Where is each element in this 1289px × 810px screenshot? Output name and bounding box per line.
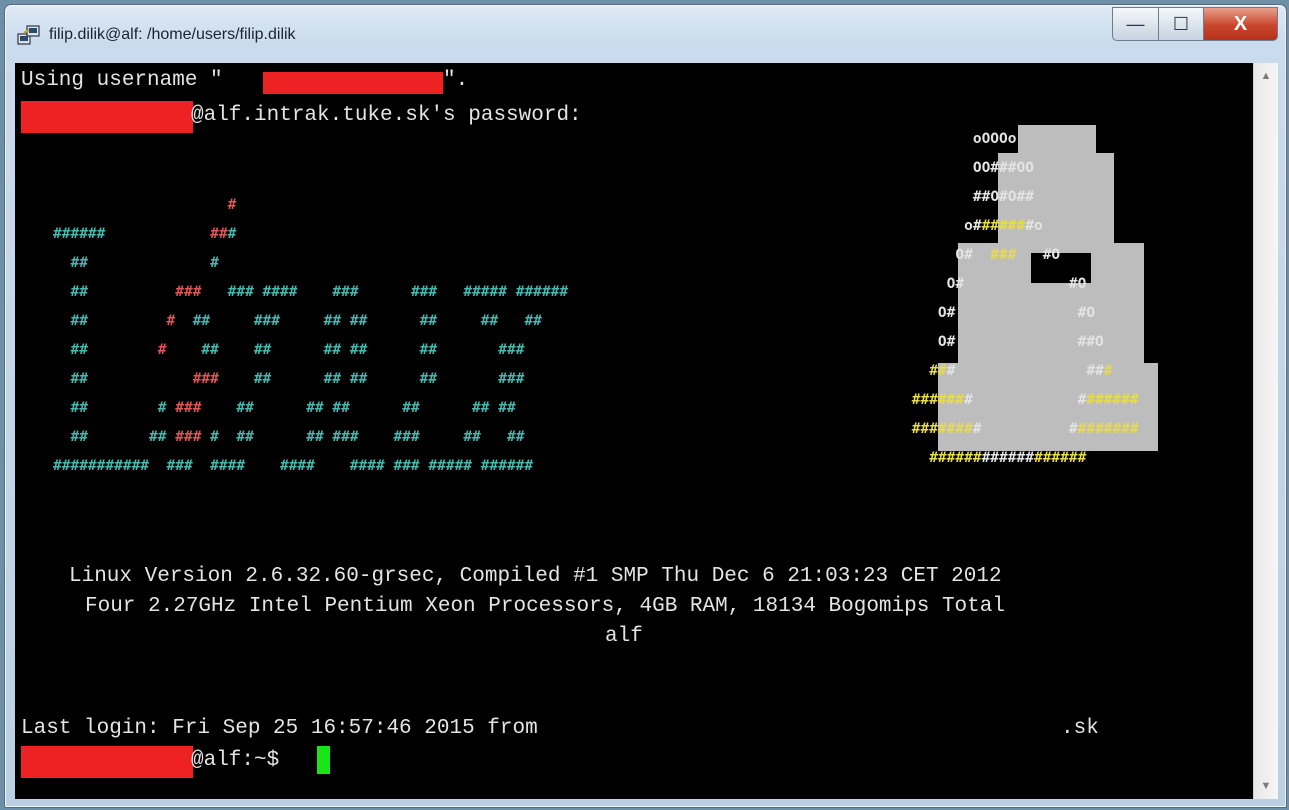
- hostname-line: alf: [605, 625, 643, 648]
- kernel-version-line: Linux Version 2.6.32.60-grsec, Compiled …: [69, 565, 1002, 588]
- close-icon: X: [1233, 12, 1248, 35]
- shell-prompt: @alf:~$: [191, 749, 280, 772]
- redacted-prompt-user: [21, 746, 193, 778]
- minimize-icon: —: [1126, 13, 1145, 34]
- last-login-line: Last login: Fri Sep 25 16:57:46 2015 fro…: [21, 717, 538, 740]
- redacted-user: [21, 101, 193, 133]
- minimize-button[interactable]: —: [1112, 7, 1158, 41]
- last-login-domain: .sk: [1061, 717, 1099, 740]
- window-title: filip.dilik@alf: /home/users/filip.dilik: [49, 26, 296, 43]
- terminal-screen[interactable]: Using username " ". @alf.intrak.tuke.sk'…: [15, 63, 1253, 799]
- vertical-scrollbar[interactable]: ▲ ▼: [1253, 63, 1278, 799]
- linux-ascii-art: # ###### ### ## # ## ### ### #### ### ##…: [53, 197, 569, 474]
- password-prompt: @alf.intrak.tuke.sk's password:: [191, 104, 582, 127]
- hardware-line: Four 2.27GHz Intel Pentium Xeon Processo…: [85, 595, 1005, 618]
- title-bar[interactable]: filip.dilik@alf: /home/users/filip.dilik…: [5, 5, 1286, 57]
- username-line-suffix: ".: [443, 69, 469, 92]
- scroll-up-arrow-icon[interactable]: ▲: [1254, 65, 1278, 87]
- scroll-down-arrow-icon[interactable]: ▼: [1254, 775, 1278, 797]
- close-button[interactable]: X: [1204, 7, 1278, 41]
- username-line-prefix: Using username ": [21, 69, 223, 92]
- tux-ascii-art: oOOOo OO###OO ##O#O## o#######o O# ### #…: [903, 131, 1139, 466]
- maximize-button[interactable]: ☐: [1158, 7, 1204, 41]
- redacted-username: [263, 72, 443, 94]
- maximize-icon: ☐: [1172, 13, 1190, 34]
- putty-icon: [17, 25, 40, 45]
- putty-window: filip.dilik@alf: /home/users/filip.dilik…: [4, 4, 1287, 808]
- text-cursor: [317, 746, 330, 774]
